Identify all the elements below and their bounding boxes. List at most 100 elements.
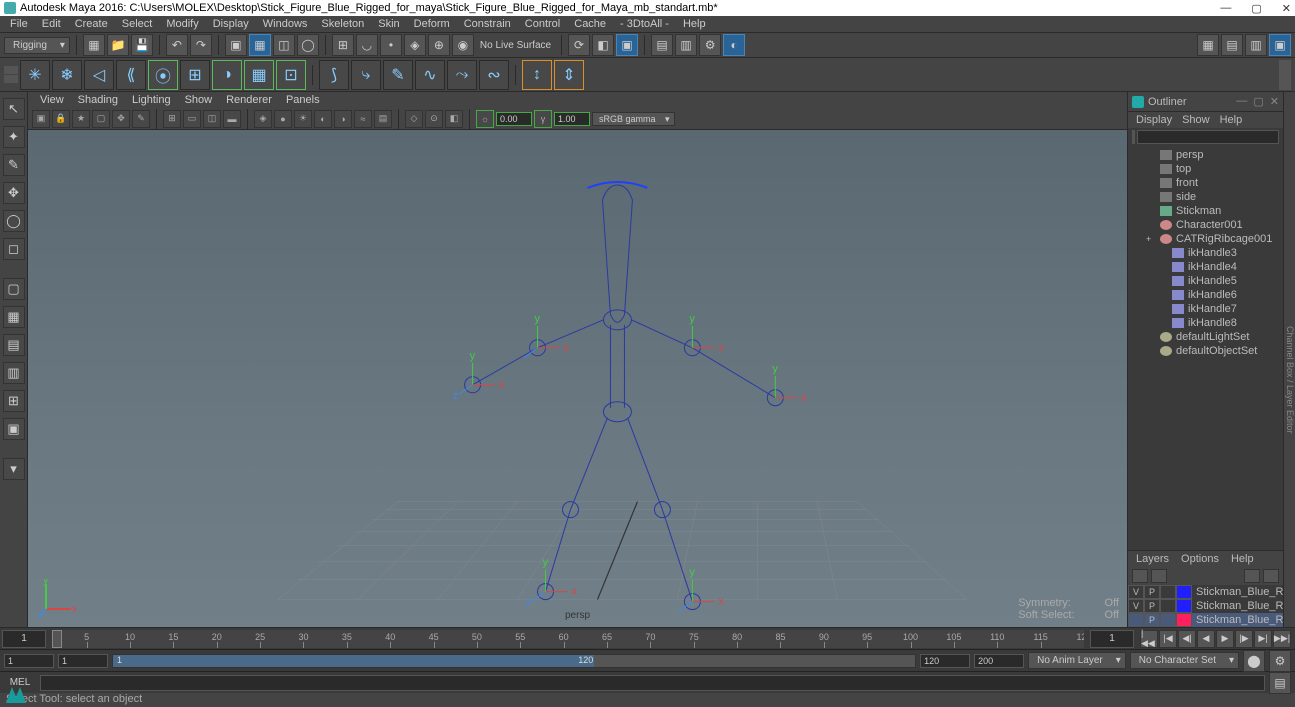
outliner-item[interactable]: ikHandle8 (1128, 316, 1283, 330)
layer-color-swatch[interactable] (1176, 585, 1192, 599)
menu-skeleton[interactable]: Skeleton (315, 18, 370, 30)
vp-motion-blur[interactable]: ≈ (354, 110, 372, 128)
vp-color-space-dropdown[interactable]: sRGB gamma (592, 112, 675, 126)
layer-v-cell[interactable] (1128, 613, 1144, 627)
outliner-item[interactable]: ikHandle3 (1128, 246, 1283, 260)
menu-constrain[interactable]: Constrain (458, 18, 517, 30)
layer-r-cell[interactable] (1160, 585, 1176, 599)
range-end-inner[interactable] (920, 654, 970, 668)
layer-row[interactable]: VPStickman_Blue_Rigged (1128, 599, 1283, 613)
play-forward-button[interactable]: ▶ (1216, 630, 1234, 648)
vp-grid[interactable]: ⊞ (163, 110, 181, 128)
snap-grid-button[interactable]: ⊞ (332, 34, 354, 56)
redo-button[interactable]: ↷ (190, 34, 212, 56)
layout-three[interactable]: ⊞ (3, 390, 25, 412)
anim-layer-dropdown[interactable]: No Anim Layer (1028, 652, 1126, 669)
construction-history-button[interactable]: ⟳ (568, 34, 590, 56)
vp-film-gate[interactable]: ▭ (183, 110, 201, 128)
select-by-object-button[interactable]: ▣ (225, 34, 247, 56)
shelf-tab-up[interactable] (4, 66, 18, 74)
go-start-button[interactable]: |◀◀ (1140, 630, 1158, 648)
step-forward-button[interactable]: |▶ (1235, 630, 1253, 648)
vp-bookmark[interactable]: ★ (72, 110, 90, 128)
range-start-inner[interactable] (58, 654, 108, 668)
layer-v-cell[interactable]: V (1128, 585, 1144, 599)
snap-curve-button[interactable]: ◡ (356, 34, 378, 56)
shelf-orient-joint-icon[interactable]: ▦ (244, 60, 274, 90)
open-scene-button[interactable]: 📁 (107, 34, 129, 56)
outliner-item[interactable]: defaultObjectSet (1128, 344, 1283, 358)
layers-menu-options[interactable]: Options (1177, 553, 1223, 565)
vp-exposure-input[interactable] (496, 112, 532, 126)
outliner-item[interactable]: top (1128, 162, 1283, 176)
shelf-joint-icon[interactable]: ⦿ (148, 60, 178, 90)
undo-button[interactable]: ↶ (166, 34, 188, 56)
layer-r-cell[interactable] (1160, 613, 1176, 627)
panel-layout-button-3[interactable]: ▥ (1245, 34, 1267, 56)
layer-row[interactable]: PStickman_Blue_Rigged (1128, 613, 1283, 627)
layer-p-cell[interactable]: P (1144, 585, 1160, 599)
outliner-menu-display[interactable]: Display (1132, 114, 1176, 126)
menu-file[interactable]: File (4, 18, 34, 30)
vp-textured[interactable]: ▤ (374, 110, 392, 128)
shelf-scroll[interactable] (1279, 60, 1291, 90)
save-scene-button[interactable]: 💾 (131, 34, 153, 56)
shelf-freeze-icon[interactable]: ❄ (52, 60, 82, 90)
vp-menu-view[interactable]: View (34, 94, 70, 106)
menu-deform[interactable]: Deform (408, 18, 456, 30)
shelf-paint-weights-icon[interactable]: ✎ (383, 60, 413, 90)
outliner-item[interactable]: +CATRigRibcage001 (1128, 232, 1283, 246)
panel-layout-button-4[interactable]: ▣ (1269, 34, 1291, 56)
menu-select[interactable]: Select (116, 18, 159, 30)
menu-windows[interactable]: Windows (257, 18, 314, 30)
step-forward-key-button[interactable]: ▶| (1254, 630, 1272, 648)
vp-isolate[interactable]: ◧ (445, 110, 463, 128)
outliner-close[interactable]: ✕ (1270, 95, 1279, 108)
layout-two-v[interactable]: ▥ (3, 362, 25, 384)
range-start-outer[interactable] (4, 654, 54, 668)
select-lasso-button[interactable]: ◯ (297, 34, 319, 56)
layer-new-selected-icon[interactable] (1263, 569, 1279, 583)
auto-key-button[interactable]: ⬤ (1243, 650, 1265, 672)
snap-center-button[interactable]: ⊕ (428, 34, 450, 56)
layout-more[interactable]: ▾ (3, 458, 25, 480)
vp-2d-pan[interactable]: ✥ (112, 110, 130, 128)
outliner-menu-help[interactable]: Help (1216, 114, 1247, 126)
vp-shadows[interactable]: ◐ (314, 110, 332, 128)
shelf-mirror-weights-icon[interactable]: ∿ (415, 60, 445, 90)
vp-xray-joints[interactable]: ⊙ (425, 110, 443, 128)
new-scene-button[interactable]: ▦ (83, 34, 105, 56)
select-by-hierarchy-button[interactable]: ◫ (273, 34, 295, 56)
shelf-tab-down[interactable] (4, 75, 18, 83)
shelf-insert-joint-icon[interactable]: ⊞ (180, 60, 210, 90)
layer-p-cell[interactable]: P (1144, 599, 1160, 613)
shelf-delete-history-icon[interactable]: ⟪ (116, 60, 146, 90)
vp-gate-mask[interactable]: ▬ (223, 110, 241, 128)
step-back-key-button[interactable]: |◀ (1159, 630, 1177, 648)
outliner-item[interactable]: defaultLightSet (1128, 330, 1283, 344)
rotate-tool[interactable]: ◯ (3, 210, 25, 232)
character-set-dropdown[interactable]: No Character Set (1130, 652, 1239, 669)
menu-cache[interactable]: Cache (568, 18, 612, 30)
vp-select-camera[interactable]: ▣ (32, 110, 50, 128)
layers-menu-help[interactable]: Help (1227, 553, 1258, 565)
vp-menu-panels[interactable]: Panels (280, 94, 326, 106)
outliner-search-input[interactable] (1137, 130, 1279, 144)
vp-wireframe[interactable]: ◈ (254, 110, 272, 128)
viewport-3d[interactable]: xyz xy xy xy xyz xy x y persp Symmetry:O… (28, 130, 1127, 627)
outliner-item[interactable]: Character001 (1128, 218, 1283, 232)
minimize-button[interactable]: — (1220, 2, 1231, 15)
shelf-mirror-joint-icon[interactable]: ◑ (212, 60, 242, 90)
layer-r-cell[interactable] (1160, 599, 1176, 613)
outliner-item[interactable]: front (1128, 176, 1283, 190)
panel-layout-button-1[interactable]: ▦ (1197, 34, 1219, 56)
snap-live-button[interactable]: ◉ (452, 34, 474, 56)
outliner-search-icon[interactable] (1132, 130, 1135, 144)
vp-gamma-icon[interactable]: γ (534, 110, 552, 128)
outliner-minimize[interactable]: — (1236, 95, 1247, 108)
timeline-track[interactable]: 1510152025303540455055606570758085909510… (52, 630, 1084, 648)
maximize-button[interactable]: ▢ (1251, 2, 1261, 15)
layer-new-empty-icon[interactable] (1244, 569, 1260, 583)
shelf-detach-skin-icon[interactable]: ⤷ (351, 60, 381, 90)
layer-row[interactable]: VPStickman_Blue_Rigged (1128, 585, 1283, 599)
